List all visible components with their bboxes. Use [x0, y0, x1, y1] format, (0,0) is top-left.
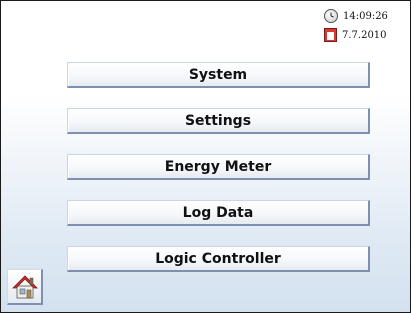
settings-button[interactable]: Settings	[67, 108, 370, 134]
main-screen: 14:09:26 7.7.2010 System Settings Energy…	[0, 0, 411, 313]
time-display: 14:09:26	[343, 10, 388, 22]
home-icon	[12, 275, 38, 299]
date-display: 7.7.2010	[342, 29, 387, 41]
energy-meter-button[interactable]: Energy Meter	[67, 154, 370, 180]
main-menu: System Settings Energy Meter Log Data Lo…	[67, 62, 370, 292]
status-area: 14:09:26 7.7.2010	[324, 7, 404, 47]
system-button[interactable]: System	[67, 62, 370, 88]
date-row: 7.7.2010	[324, 28, 387, 42]
log-data-button[interactable]: Log Data	[67, 200, 370, 226]
clock-icon	[324, 9, 338, 23]
home-button[interactable]	[7, 269, 43, 305]
logic-controller-button[interactable]: Logic Controller	[67, 246, 370, 272]
time-row: 14:09:26	[324, 9, 388, 23]
calendar-icon	[324, 28, 337, 42]
